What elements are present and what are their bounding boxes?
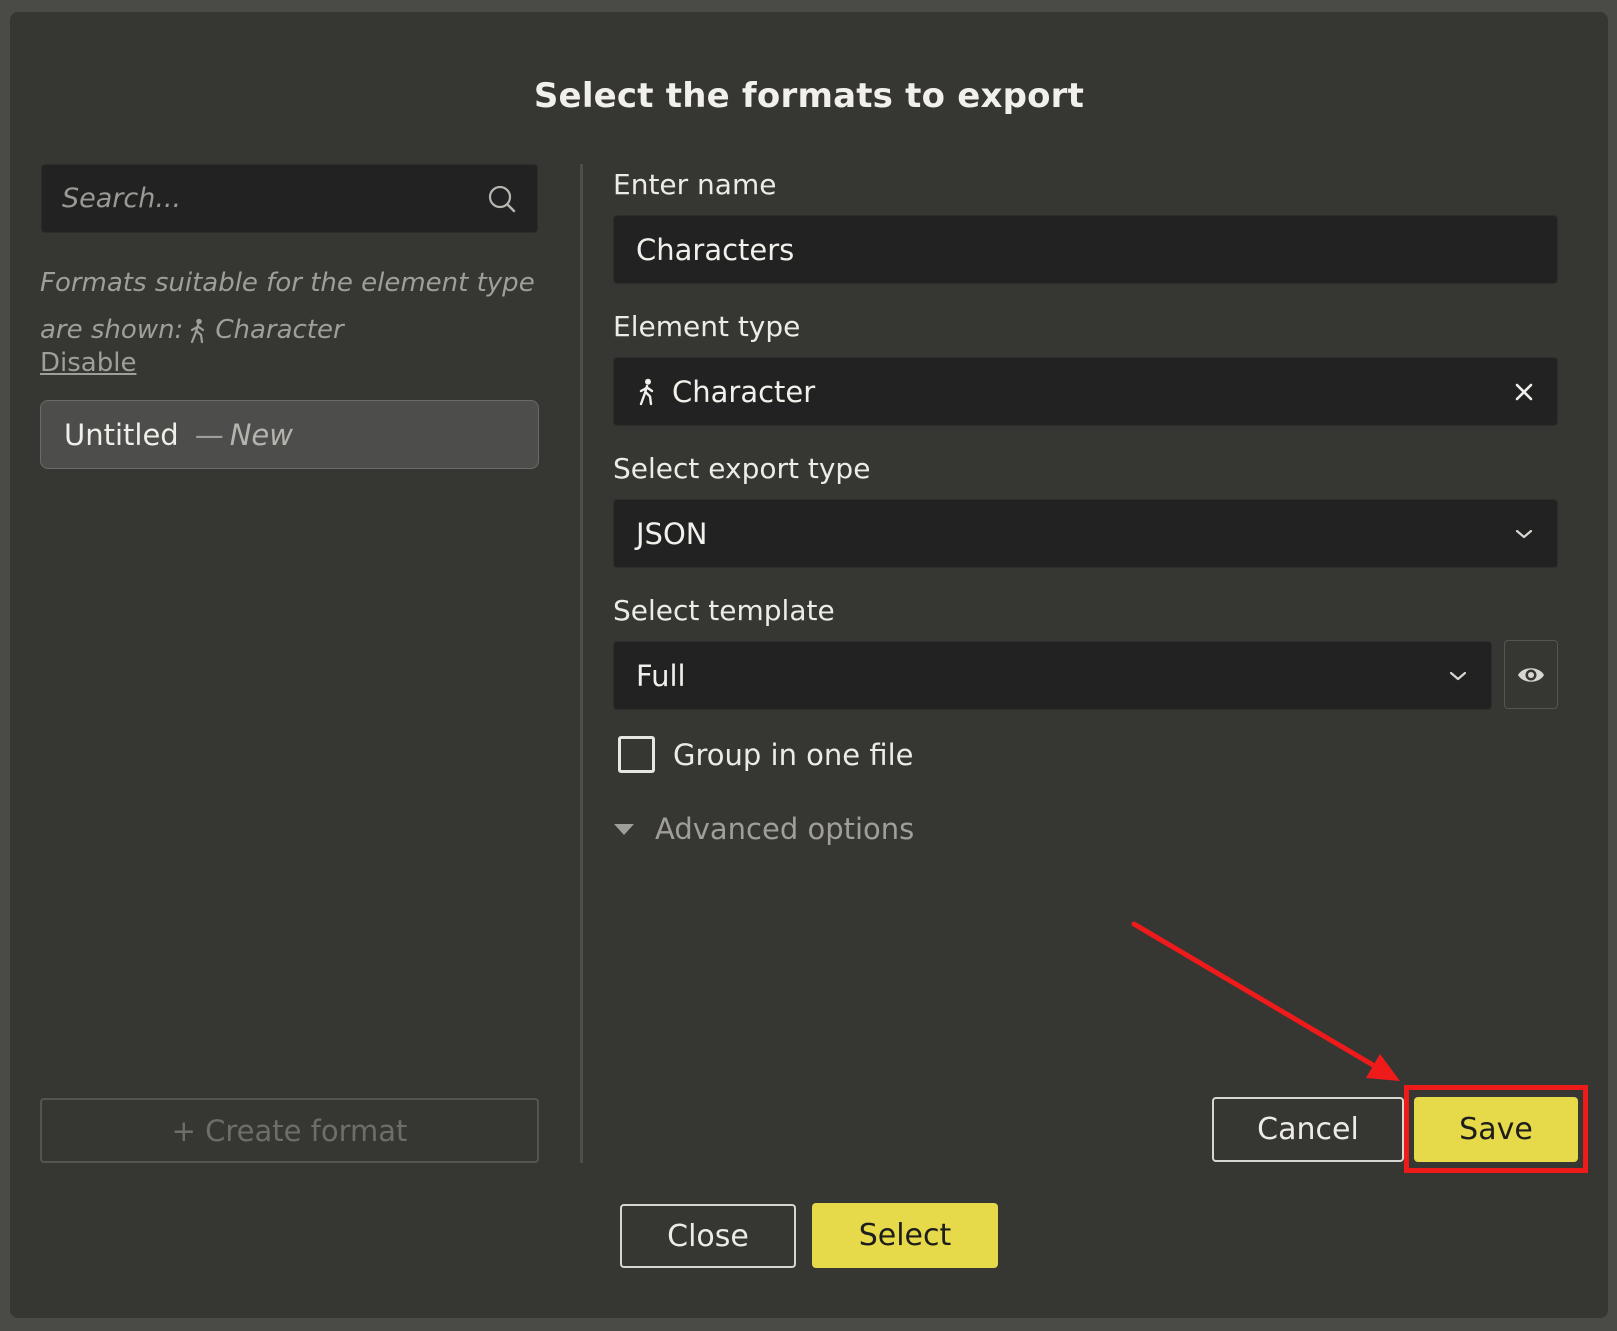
export-type-label: Select export type bbox=[613, 452, 871, 485]
group-in-one-file-toggle[interactable]: Group in one file bbox=[618, 736, 914, 773]
walking-person-icon bbox=[191, 318, 205, 343]
group-checkbox[interactable] bbox=[618, 736, 655, 773]
search-input[interactable] bbox=[62, 183, 487, 214]
export-type-value: JSON bbox=[636, 516, 708, 551]
caret-down-icon bbox=[614, 823, 634, 835]
format-list-item[interactable]: Untitled — New bbox=[40, 400, 539, 469]
element-type-value: Character bbox=[672, 374, 816, 409]
format-dash: — bbox=[194, 417, 224, 452]
disable-filter-link[interactable]: Disable bbox=[40, 348, 136, 378]
template-select[interactable]: Full bbox=[613, 641, 1492, 710]
close-icon[interactable] bbox=[1513, 381, 1535, 403]
hint-line-1: Formats suitable for the element type bbox=[40, 268, 535, 298]
export-type-select[interactable]: JSON bbox=[613, 499, 1558, 568]
chevron-down-icon bbox=[1449, 671, 1467, 680]
template-label: Select template bbox=[613, 594, 835, 627]
element-type-select[interactable]: Character bbox=[613, 357, 1558, 426]
search-icon[interactable] bbox=[487, 184, 517, 214]
cancel-button[interactable]: Cancel bbox=[1212, 1097, 1404, 1162]
filter-hint: Formats suitable for the element type ar… bbox=[40, 260, 540, 354]
hint-prefix: are shown: bbox=[40, 315, 184, 345]
preview-template-button[interactable] bbox=[1504, 640, 1558, 709]
advanced-options-toggle[interactable]: Advanced options bbox=[613, 812, 914, 846]
format-status: New bbox=[229, 417, 293, 452]
name-field[interactable]: Characters bbox=[613, 215, 1558, 284]
close-button[interactable]: Close bbox=[620, 1204, 796, 1268]
group-checkbox-label: Group in one file bbox=[673, 737, 914, 772]
hint-element-type: Character bbox=[215, 315, 344, 345]
save-button[interactable]: Save bbox=[1414, 1097, 1578, 1162]
search-box[interactable] bbox=[41, 164, 538, 233]
template-value: Full bbox=[636, 658, 686, 693]
name-value[interactable]: Characters bbox=[636, 233, 1535, 267]
hint-line-2: are shown: Character bbox=[40, 307, 540, 354]
format-name: Untitled bbox=[64, 417, 179, 452]
dialog-title: Select the formats to export bbox=[533, 76, 1085, 116]
name-label: Enter name bbox=[613, 168, 777, 201]
panel-divider bbox=[580, 164, 583, 1163]
create-format-button[interactable]: + Create format bbox=[40, 1098, 539, 1163]
walking-person-icon bbox=[639, 378, 654, 405]
advanced-options-label: Advanced options bbox=[655, 812, 915, 846]
element-type-label: Element type bbox=[613, 310, 801, 343]
select-button[interactable]: Select bbox=[812, 1203, 998, 1268]
eye-icon bbox=[1518, 667, 1544, 682]
chevron-down-icon bbox=[1515, 529, 1533, 538]
